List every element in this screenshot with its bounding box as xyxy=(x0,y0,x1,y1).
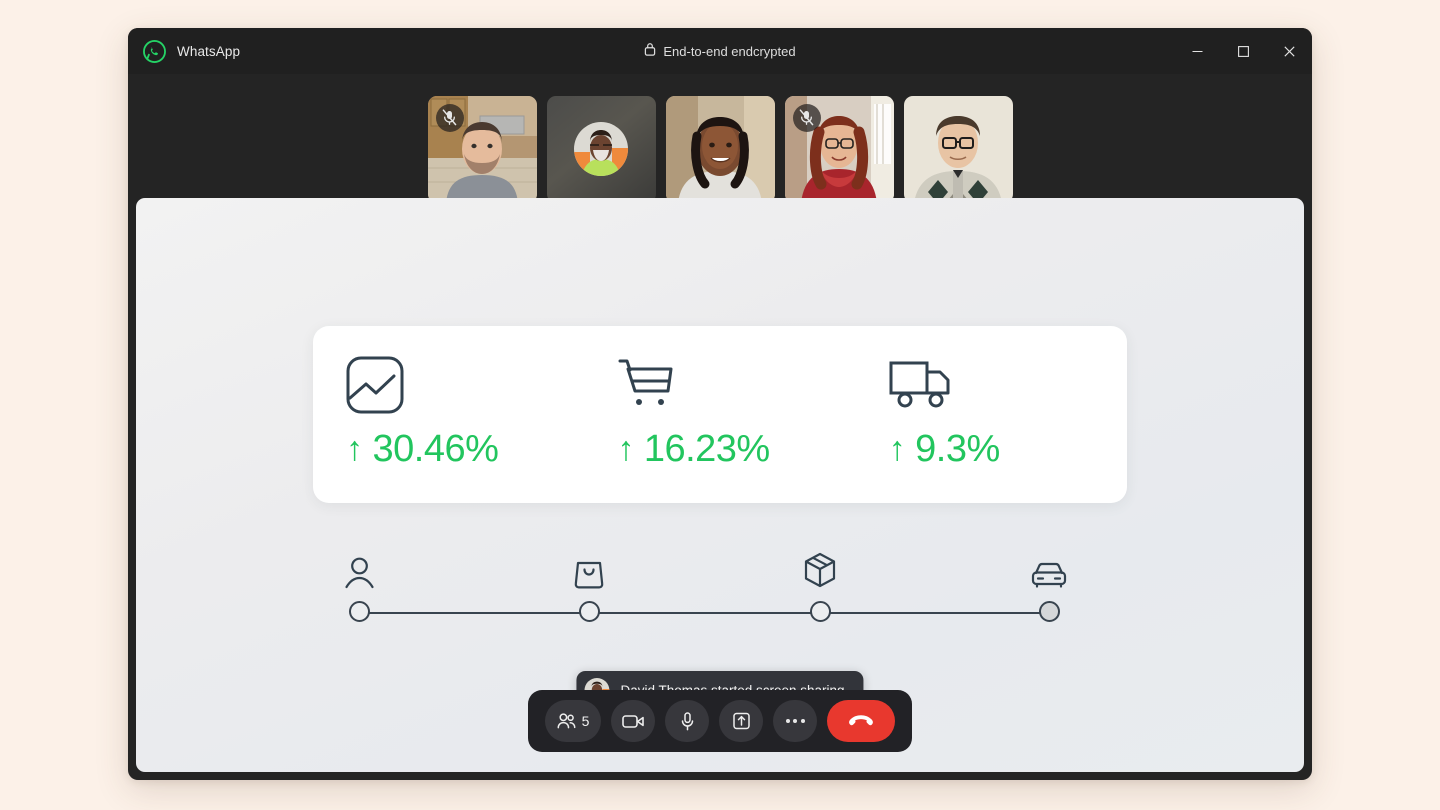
shared-screen-area: ↑ 30.46% ↑ 16.23% ↑ 9.3% 5 xyxy=(136,198,1304,772)
trend-up-arrow-icon: ↑ xyxy=(617,430,634,468)
journey-timeline xyxy=(344,543,1067,633)
trend-up-arrow-icon: ↑ xyxy=(346,430,363,468)
metric-item: ↑ 16.23% xyxy=(584,326,855,503)
trend-up-arrow-icon: ↑ xyxy=(888,430,906,468)
timeline-step-shopping-bag[interactable] xyxy=(569,543,609,622)
timeline-dot[interactable] xyxy=(578,601,600,622)
metric-item: ↑ 30.46% xyxy=(313,326,584,503)
whatsapp-window: WhatsApp End-to-end endcrypted ↑ 30.46% … xyxy=(128,28,1312,780)
participant-tile[interactable] xyxy=(546,95,656,203)
metric-value: ↑ 30.46% xyxy=(346,428,584,471)
title-bar: WhatsApp End-to-end endcrypted xyxy=(128,28,1312,74)
lock-icon xyxy=(644,42,656,61)
close-button[interactable] xyxy=(1266,28,1312,74)
app-title: WhatsApp xyxy=(177,43,241,59)
metric-value: ↑ 9.3% xyxy=(889,428,1127,471)
maximize-button[interactable] xyxy=(1220,28,1266,74)
timeline-dot[interactable] xyxy=(809,601,831,622)
encryption-status: End-to-end endcrypted xyxy=(128,28,1312,74)
call-controls-bar: 5 xyxy=(528,690,912,752)
package-box-icon xyxy=(803,543,837,589)
metric-percentage: 9.3% xyxy=(915,428,1000,470)
window-controls xyxy=(1174,28,1312,74)
participant-tile[interactable] xyxy=(784,95,894,203)
end-call-button[interactable] xyxy=(827,700,895,742)
video-camera-icon xyxy=(622,714,644,729)
share-screen-icon xyxy=(732,712,750,730)
more-options-icon xyxy=(785,719,805,723)
microphone-icon xyxy=(680,711,695,731)
metric-percentage: 30.46% xyxy=(372,428,499,470)
camera-button[interactable] xyxy=(611,700,655,742)
timeline-dot[interactable] xyxy=(1038,601,1060,622)
metric-value: ↑ 16.23% xyxy=(617,428,855,471)
people-icon xyxy=(557,713,576,729)
whatsapp-logo-icon xyxy=(143,39,166,63)
shopping-bag-icon xyxy=(574,543,604,589)
image-chart-icon xyxy=(346,354,584,416)
mic-off-icon xyxy=(792,103,821,132)
participant-count: 5 xyxy=(581,713,590,729)
encryption-label: End-to-end endcrypted xyxy=(663,43,796,59)
timeline-track xyxy=(359,612,1047,614)
end-call-icon xyxy=(848,714,874,728)
mic-off-icon xyxy=(435,103,464,132)
minimize-button[interactable] xyxy=(1174,28,1220,74)
participant-tile[interactable] xyxy=(427,95,537,203)
shopping-cart-icon xyxy=(617,354,855,416)
more-options-button[interactable] xyxy=(773,700,817,742)
share-screen-button[interactable] xyxy=(719,700,763,742)
delivery-truck-icon xyxy=(889,354,1127,416)
participants-button[interactable]: 5 xyxy=(545,700,601,742)
app-brand: WhatsApp xyxy=(128,39,241,63)
timeline-dot[interactable] xyxy=(348,601,370,622)
timeline-step-car[interactable] xyxy=(1029,543,1069,622)
metric-percentage: 16.23% xyxy=(643,428,770,470)
metric-item: ↑ 9.3% xyxy=(856,326,1127,503)
timeline-step-person[interactable] xyxy=(339,543,379,622)
person-icon xyxy=(344,543,375,589)
car-icon xyxy=(1031,543,1067,589)
participant-video xyxy=(903,95,1013,203)
participant-video xyxy=(665,95,775,203)
participant-tile[interactable] xyxy=(665,95,775,203)
timeline-step-package[interactable] xyxy=(800,543,840,622)
participant-tile[interactable] xyxy=(903,95,1013,203)
avatar xyxy=(574,122,628,176)
metrics-card: ↑ 30.46% ↑ 16.23% ↑ 9.3% xyxy=(313,326,1127,503)
microphone-button[interactable] xyxy=(665,700,709,742)
